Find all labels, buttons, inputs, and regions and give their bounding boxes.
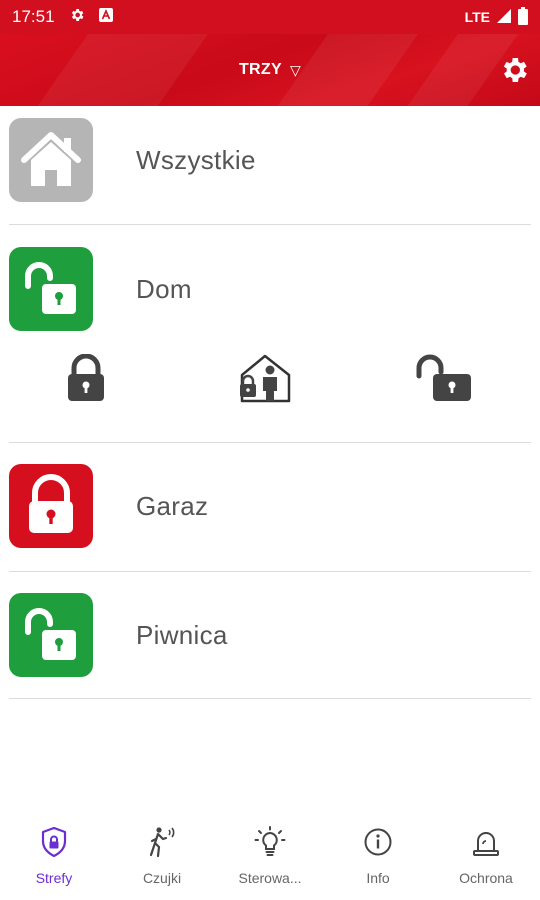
nav-ochrona[interactable]: Ochrona xyxy=(432,812,540,900)
motion-sensor-icon xyxy=(146,826,178,858)
divider xyxy=(9,224,531,225)
siren-icon xyxy=(470,826,502,858)
network-type: LTE xyxy=(464,9,490,25)
nav-sterowanie[interactable]: Sterowa... xyxy=(216,812,324,900)
nav-strefy[interactable]: Strefy xyxy=(0,812,108,900)
unlock-icon xyxy=(415,354,473,407)
disarm-button[interactable] xyxy=(414,350,474,410)
zone-label: Dom xyxy=(136,273,192,304)
status-bar: 17:51 LTE xyxy=(0,0,540,34)
zone-group-selector[interactable]: TRZY ▽ xyxy=(0,34,540,106)
lock-icon xyxy=(66,353,106,407)
unlocked-icon xyxy=(9,247,93,331)
zone-row-garaz[interactable]: Garaz xyxy=(0,454,540,572)
nav-label: Ochrona xyxy=(459,870,513,886)
nav-label: Sterowa... xyxy=(238,870,302,886)
zone-row-dom[interactable]: Dom xyxy=(0,237,540,355)
settings-button[interactable] xyxy=(498,54,530,86)
info-icon xyxy=(362,826,394,858)
nav-info[interactable]: Info xyxy=(324,812,432,900)
house-icon xyxy=(9,118,93,202)
header-title: TRZY xyxy=(238,61,282,78)
divider xyxy=(9,698,531,699)
nav-czujki[interactable]: Czujki xyxy=(108,812,216,900)
zone-actions xyxy=(0,350,540,416)
arm-home-button[interactable] xyxy=(234,350,294,410)
arm-button[interactable] xyxy=(56,350,116,410)
battery-icon xyxy=(518,6,528,28)
a-icon xyxy=(98,7,113,27)
signal-icon xyxy=(496,8,512,27)
dropdown-triangle-icon: ▽ xyxy=(289,61,302,78)
shield-lock-icon xyxy=(38,826,70,858)
nav-label: Czujki xyxy=(142,870,182,886)
locked-icon xyxy=(9,464,93,548)
bottom-nav: Strefy Czujki Sterowa... Info Ochrona xyxy=(0,812,540,900)
divider xyxy=(9,442,531,443)
zone-label: Wszystkie xyxy=(136,144,256,175)
divider xyxy=(9,571,531,572)
zone-row-piwnica[interactable]: Piwnica xyxy=(0,583,540,701)
zone-label: Garaz xyxy=(136,490,209,521)
gear-icon xyxy=(69,7,85,28)
lightbulb-icon xyxy=(254,826,286,858)
zone-row-wszystkie[interactable]: Wszystkie xyxy=(0,108,540,226)
nav-label: Info xyxy=(366,870,390,886)
app-header: TRZY ▽ xyxy=(0,34,540,106)
home-arm-icon xyxy=(237,353,291,408)
status-time: 17:51 xyxy=(12,7,55,26)
zone-label: Piwnica xyxy=(136,619,228,650)
nav-label: Strefy xyxy=(35,870,73,886)
unlocked-icon xyxy=(9,593,93,677)
